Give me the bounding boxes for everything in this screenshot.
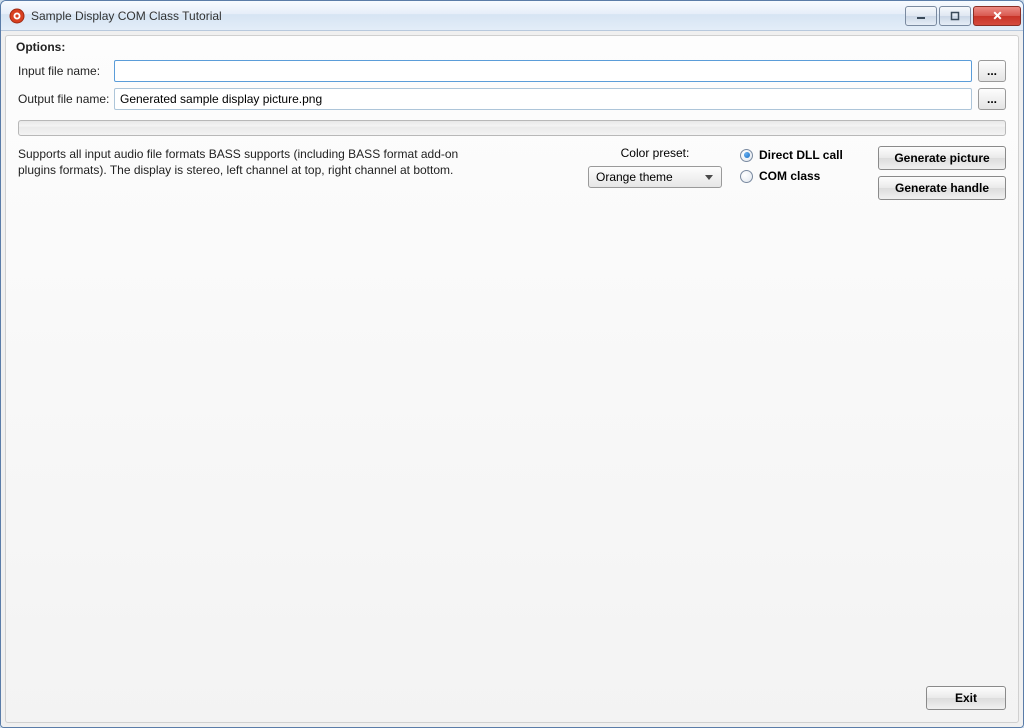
chevron-down-icon [701,170,717,184]
generate-buttons: Generate picture Generate handle [878,146,1006,200]
minimize-button[interactable] [905,6,937,26]
exit-button[interactable]: Exit [926,686,1006,710]
options-group-title: Options: [16,40,1006,54]
app-icon [9,8,25,24]
input-file-field[interactable] [114,60,972,82]
color-preset-block: Color preset: Orange theme [588,146,722,200]
output-file-row: Output file name: ... [18,88,1006,110]
window-controls [903,6,1021,26]
input-file-row: Input file name: ... [18,60,1006,82]
close-button[interactable] [973,6,1021,26]
radio-dot-icon [740,170,753,183]
app-window: Sample Display COM Class Tutorial Option… [0,0,1024,728]
generate-handle-button[interactable]: Generate handle [878,176,1006,200]
color-preset-label: Color preset: [621,146,690,160]
browse-input-button[interactable]: ... [978,60,1006,82]
input-file-label: Input file name: [18,64,114,78]
footer: Exit [18,686,1006,710]
progress-bar [18,120,1006,136]
output-file-field[interactable] [114,88,972,110]
color-preset-select[interactable]: Orange theme [588,166,722,188]
support-text: Supports all input audio file formats BA… [18,146,488,200]
output-file-label: Output file name: [18,92,114,106]
radio-direct-label: Direct DLL call [759,148,843,162]
radio-com-label: COM class [759,169,820,183]
generate-picture-button[interactable]: Generate picture [878,146,1006,170]
color-preset-selected: Orange theme [596,170,673,184]
radio-com-class[interactable]: COM class [740,169,860,183]
browse-output-button[interactable]: ... [978,88,1006,110]
call-mode-radios: Direct DLL call COM class [740,146,860,200]
titlebar[interactable]: Sample Display COM Class Tutorial [1,1,1023,31]
window-title: Sample Display COM Class Tutorial [31,9,903,23]
radio-direct-dll[interactable]: Direct DLL call [740,148,860,162]
client-area: Options: Input file name: ... Output fil… [1,31,1023,727]
maximize-button[interactable] [939,6,971,26]
radio-dot-icon [740,149,753,162]
options-group: Options: Input file name: ... Output fil… [5,35,1019,723]
options-row: Supports all input audio file formats BA… [18,146,1006,200]
